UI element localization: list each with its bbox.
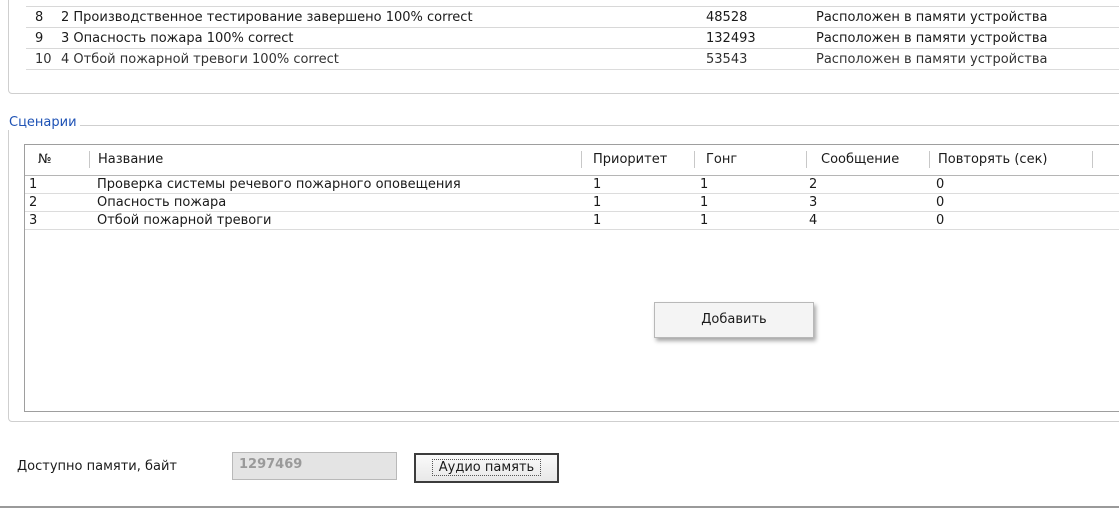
scenario-gong: 1 (700, 213, 709, 228)
message-name: 3 Опасность пожара 100% correct (61, 31, 294, 46)
message-name: 4 Отбой пожарной тревоги 100% correct (61, 52, 339, 67)
message-number: 10 (35, 52, 52, 67)
scenario-name: Проверка системы речевого пожарного опов… (97, 177, 461, 192)
audio-memory-button[interactable]: Аудио память (414, 453, 559, 483)
scenarios-list[interactable]: № Название Приоритет Гонг Сообщение Повт… (24, 144, 1119, 412)
divider (0, 506, 1119, 508)
column-separator[interactable] (89, 151, 90, 168)
audio-memory-button-label: Аудио память (431, 459, 542, 476)
scenario-message: 3 (809, 195, 818, 210)
message-number: 8 (35, 10, 44, 25)
message-number: 9 (35, 31, 44, 46)
column-separator[interactable] (806, 151, 807, 168)
message-name: 2 Производственное тестирование завершен… (61, 10, 473, 25)
column-header-priority[interactable]: Приоритет (593, 152, 667, 167)
message-location: Расположен в памяти устройства (816, 10, 1048, 25)
scenario-priority: 1 (593, 195, 602, 210)
scenario-repeat: 0 (936, 213, 945, 228)
column-header-repeat[interactable]: Повторять (сек) (938, 152, 1048, 167)
scenario-message: 2 (809, 177, 818, 192)
memory-value-field: 1297469 (232, 452, 397, 480)
table-row[interactable]: 9 3 Опасность пожара 100% correct 132493… (26, 28, 1119, 49)
column-separator[interactable] (581, 151, 582, 168)
scenarios-legend: Сценарии (6, 115, 80, 130)
table-row[interactable]: 3 Отбой пожарной тревоги 1 1 4 0 (25, 212, 1119, 230)
column-separator[interactable] (694, 151, 695, 168)
column-header-gong[interactable]: Гонг (706, 152, 737, 167)
messages-group: 8 2 Производственное тестирование заверш… (8, 0, 1119, 94)
scenario-priority: 1 (593, 213, 602, 228)
table-row[interactable]: 1 Проверка системы речевого пожарного оп… (25, 176, 1119, 194)
column-header-name[interactable]: Название (98, 152, 163, 167)
table-row[interactable]: 8 2 Производственное тестирование заверш… (26, 7, 1119, 28)
table-row[interactable]: 2 Опасность пожара 1 1 3 0 (25, 194, 1119, 212)
table-row[interactable]: 10 4 Отбой пожарной тревоги 100% correct… (26, 49, 1119, 70)
scenario-repeat: 0 (936, 177, 945, 192)
messages-table: 8 2 Производственное тестирование заверш… (26, 0, 1119, 70)
message-size: 48528 (706, 10, 748, 25)
scenario-gong: 1 (700, 177, 709, 192)
table-row[interactable] (26, 0, 1119, 7)
column-header-message[interactable]: Сообщение (821, 152, 899, 167)
message-size: 53543 (706, 52, 748, 67)
column-separator[interactable] (929, 151, 930, 168)
scenario-number: 3 (29, 213, 38, 228)
scenario-name: Отбой пожарной тревоги (97, 213, 272, 228)
column-header-number[interactable]: № (38, 152, 52, 167)
memory-label: Доступно памяти, байт (17, 459, 177, 474)
scenario-priority: 1 (593, 177, 602, 192)
column-separator[interactable] (1092, 151, 1093, 168)
scenario-number: 1 (29, 177, 38, 192)
scenario-repeat: 0 (936, 195, 945, 210)
list-header: № Название Приоритет Гонг Сообщение Повт… (25, 145, 1119, 175)
scenario-name: Опасность пожара (97, 195, 227, 210)
message-location: Расположен в памяти устройства (816, 31, 1048, 46)
scenario-message: 4 (809, 213, 818, 228)
add-button[interactable]: Добавить (654, 302, 814, 338)
scenario-number: 2 (29, 195, 38, 210)
message-location: Расположен в памяти устройства (816, 52, 1048, 67)
scenario-gong: 1 (700, 195, 709, 210)
message-size: 132493 (706, 31, 756, 46)
